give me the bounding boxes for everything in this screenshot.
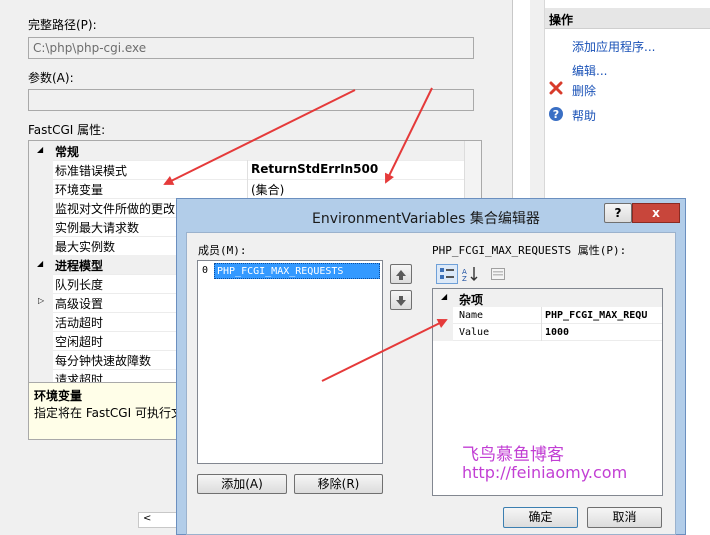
move-down-button[interactable] [390, 290, 412, 310]
property-pages-button[interactable] [490, 266, 506, 282]
property-name: 监视对文件所做的更改 [55, 202, 176, 216]
property-pages-icon [491, 268, 505, 280]
property-name: 最大实例数 [55, 240, 116, 254]
categorized-icon [440, 268, 454, 279]
property-row[interactable]: Value 1000 [433, 324, 662, 341]
categorized-view-button[interactable] [436, 264, 458, 284]
dialog-title: EnvironmentVariables 集合编辑器 [312, 211, 540, 227]
action-add-application[interactable]: 添加应用程序... [572, 38, 655, 55]
property-name: 标准错误模式 [55, 164, 128, 178]
expand-icon[interactable]: ▷ [38, 296, 44, 305]
property-category[interactable]: ◢ 杂项 [433, 289, 662, 307]
description-title: 环境变量 [34, 389, 83, 403]
property-name: 进程模型 [55, 259, 104, 273]
property-name: 实例最大请求数 [55, 221, 140, 235]
members-list[interactable]: 0 PHP_FCGI_MAX_REQUESTS [197, 260, 383, 464]
full-path-input[interactable]: C:\php\php-cgi.exe [28, 37, 474, 59]
property-name: 高级设置 [55, 297, 104, 311]
list-item[interactable]: 0 PHP_FCGI_MAX_REQUESTS [200, 263, 380, 279]
props-label: PHP_FCGI_MAX_REQUESTS 属性(P): [432, 244, 627, 257]
svg-text:Z: Z [462, 275, 467, 282]
property-value: ReturnStdErrIn500 [251, 162, 379, 176]
actions-header: 操作 [545, 8, 710, 29]
arrow-up-icon [396, 270, 406, 280]
sort-az-icon: AZ [462, 267, 478, 283]
action-help[interactable]: 帮助 [572, 107, 596, 124]
property-name: 常规 [55, 145, 80, 159]
property-value: (集合) [251, 183, 285, 197]
alphabetical-view-button[interactable]: AZ [460, 264, 482, 284]
add-button[interactable]: 添加(A) [197, 474, 287, 494]
watermark-url: http://feiniaomy.com [462, 463, 628, 482]
action-edit[interactable]: 编辑... [572, 62, 607, 79]
args-input[interactable] [28, 89, 474, 111]
move-up-button[interactable] [390, 264, 412, 284]
property-name: 活动超时 [55, 316, 104, 330]
description-text: 指定将在 FastCGI 可执行文 [34, 406, 183, 420]
svg-text:?: ? [553, 108, 559, 121]
collapse-icon[interactable]: ◢ [37, 145, 43, 154]
ok-button[interactable]: 确定 [503, 507, 578, 528]
full-path-label: 完整路径(P): [28, 18, 97, 32]
property-name: 队列长度 [55, 278, 104, 292]
collapse-icon[interactable]: ◢ [441, 292, 447, 301]
watermark-title: 飞鸟慕鱼博客 [462, 445, 564, 465]
arrow-down-icon [396, 296, 406, 306]
collapse-icon[interactable]: ◢ [37, 259, 43, 268]
property-row[interactable]: 标准错误模式 ReturnStdErrIn500 [29, 160, 466, 180]
scroll-left-icon[interactable]: < [143, 513, 151, 524]
fastcgi-props-label: FastCGI 属性: [28, 123, 106, 137]
help-icon: ? [548, 106, 564, 122]
members-label: 成员(M): [198, 244, 247, 257]
red-x-icon [549, 81, 563, 95]
property-name: 空闲超时 [55, 335, 104, 349]
dialog-close-button[interactable]: x [632, 203, 680, 223]
property-category[interactable]: ◢ 常规 [29, 141, 466, 161]
property-name: 每分钟快速故障数 [55, 354, 152, 368]
remove-button[interactable]: 移除(R) [294, 474, 383, 494]
action-delete[interactable]: 删除 [572, 82, 596, 99]
cancel-button[interactable]: 取消 [587, 507, 662, 528]
property-name: 环境变量 [55, 183, 104, 197]
args-label: 参数(A): [28, 71, 74, 85]
property-row[interactable]: Name PHP_FCGI_MAX_REQU [433, 307, 662, 324]
selected-member[interactable]: PHP_FCGI_MAX_REQUESTS [214, 263, 380, 279]
property-row[interactable]: 环境变量 (集合) [29, 179, 466, 199]
dialog-help-button[interactable]: ? [604, 203, 632, 223]
